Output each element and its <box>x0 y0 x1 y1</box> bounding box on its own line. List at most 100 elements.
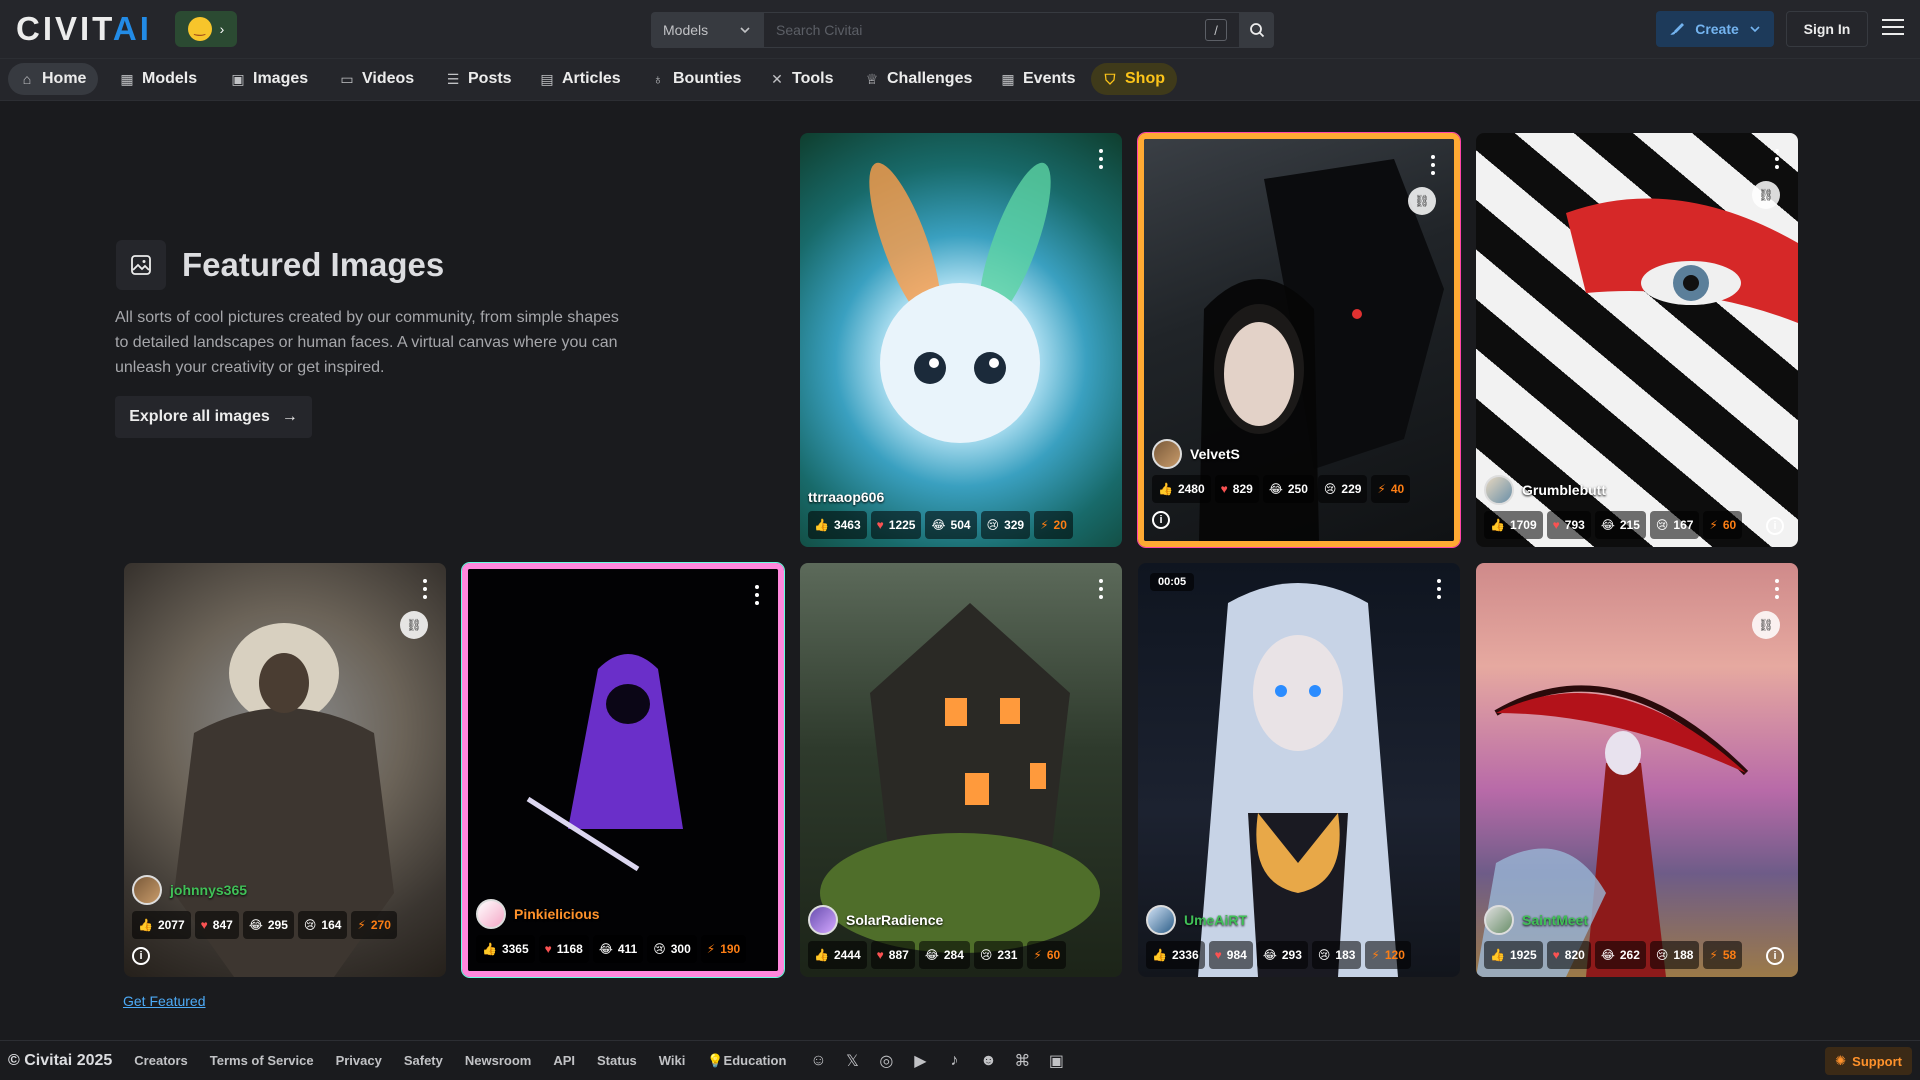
card-menu-icon[interactable] <box>1436 579 1442 603</box>
nav-articles[interactable]: ▤ Articles <box>528 63 633 95</box>
remix-icon[interactable]: ⛓ <box>400 611 428 639</box>
civitai-logo[interactable]: CIVITAI <box>16 12 152 45</box>
nav-home[interactable]: ⌂ Home <box>8 63 99 95</box>
footer-link-newsroom[interactable]: Newsroom <box>465 1053 531 1068</box>
heart-reaction[interactable]: ♥ 887 <box>870 941 915 969</box>
buzz-tip[interactable]: ⚡ 60 <box>1027 941 1067 969</box>
card-menu-icon[interactable] <box>1430 155 1436 179</box>
footer-link-safety[interactable]: Safety <box>404 1053 443 1068</box>
footer-link-terms[interactable]: Terms of Service <box>210 1053 314 1068</box>
support-button[interactable]: ✺ Support <box>1825 1047 1912 1075</box>
nav-images[interactable]: ▣ Images <box>219 63 320 95</box>
laugh-reaction[interactable]: 😂 284 <box>918 941 970 969</box>
create-button[interactable]: Create <box>1656 11 1774 47</box>
nav-challenges[interactable]: ♕ Challenges <box>853 63 984 95</box>
heart-reaction[interactable]: ♥ 1225 <box>870 511 922 539</box>
discord-icon[interactable]: ☺ <box>808 1051 828 1071</box>
buzz-tip[interactable]: ⚡ 20 <box>1034 511 1073 539</box>
search-button[interactable] <box>1240 12 1274 48</box>
like-reaction[interactable]: 👍 3463 <box>808 511 867 539</box>
heart-reaction[interactable]: ♥ 829 <box>1214 475 1259 503</box>
like-reaction[interactable]: 👍 2336 <box>1146 941 1205 969</box>
cry-reaction[interactable]: 😢 231 <box>973 941 1024 969</box>
laugh-reaction[interactable]: 😂 295 <box>242 911 294 939</box>
remix-icon[interactable]: ⛓ <box>1752 611 1780 639</box>
explore-all-images-button[interactable]: Explore all images → <box>115 396 312 438</box>
sign-in-button[interactable]: Sign In <box>1786 11 1868 47</box>
x-twitter-icon[interactable]: 𝕏 <box>842 1051 862 1071</box>
like-reaction[interactable]: 👍 2444 <box>808 941 867 969</box>
search-input[interactable]: Search Civitai / <box>763 12 1240 48</box>
like-reaction[interactable]: 👍 2480 <box>1152 475 1211 503</box>
like-reaction[interactable]: 👍 3365 <box>476 935 535 963</box>
image-card[interactable]: ⛓ johnnys365 👍 2077 ♥ 847 😂 295 😢 164 ⚡ 270 i <box>124 563 446 977</box>
nav-events[interactable]: ▦ Events <box>989 63 1087 95</box>
heart-reaction[interactable]: ♥ 793 <box>1546 511 1591 539</box>
heart-reaction[interactable]: ♥ 847 <box>194 911 239 939</box>
like-reaction[interactable]: 👍 1925 <box>1484 941 1543 969</box>
cry-reaction[interactable]: 😢 300 <box>647 935 697 963</box>
instagram-icon[interactable]: ◎ <box>876 1051 896 1071</box>
youtube-icon[interactable]: ▶ <box>910 1051 930 1071</box>
cry-reaction[interactable]: 😢 188 <box>1649 941 1700 969</box>
card-menu-icon[interactable] <box>422 579 428 603</box>
heart-reaction[interactable]: ♥ 1168 <box>538 935 589 963</box>
tiktok-icon[interactable]: ♪ <box>944 1051 964 1071</box>
buzz-tip[interactable]: ⚡ 58 <box>1703 941 1743 969</box>
laugh-reaction[interactable]: 😂 262 <box>1594 941 1646 969</box>
cry-reaction[interactable]: 😢 164 <box>297 911 348 939</box>
promo-button[interactable]: ‿ › <box>175 11 237 47</box>
github-icon[interactable]: ⌘ <box>1012 1051 1032 1071</box>
image-card[interactable]: ⛓ VelvetS 👍 2480 ♥ 829 😂 250 😢 229 ⚡ 40 i <box>1138 133 1460 547</box>
buzz-tip[interactable]: ⚡ 120 <box>1365 941 1411 969</box>
nav-tools[interactable]: ✕ Tools <box>758 63 845 95</box>
card-creator[interactable]: ttrraaop606 <box>808 489 884 505</box>
footer-link-education[interactable]: 💡Education <box>707 1053 786 1069</box>
laugh-reaction[interactable]: 😂 504 <box>925 511 977 539</box>
card-creator[interactable]: Pinkielicious <box>476 899 600 929</box>
info-icon[interactable]: i <box>1152 511 1170 529</box>
nav-models[interactable]: ▦ Models <box>108 63 209 95</box>
laugh-reaction[interactable]: 😂 411 <box>592 935 644 963</box>
get-featured-link[interactable]: Get Featured <box>123 993 206 1009</box>
cry-reaction[interactable]: 😢 229 <box>1317 475 1368 503</box>
cry-reaction[interactable]: 😢 167 <box>1649 511 1700 539</box>
card-menu-icon[interactable] <box>754 585 760 609</box>
cry-reaction[interactable]: 😢 329 <box>980 511 1031 539</box>
card-menu-icon[interactable] <box>1774 579 1780 603</box>
footer-link-wiki[interactable]: Wiki <box>659 1053 686 1068</box>
buzz-tip[interactable]: ⚡ 190 <box>700 935 747 963</box>
heart-reaction[interactable]: ♥ 984 <box>1208 941 1253 969</box>
footer-link-privacy[interactable]: Privacy <box>336 1053 382 1068</box>
info-icon[interactable]: i <box>132 947 150 965</box>
buzz-tip[interactable]: ⚡ 60 <box>1703 511 1743 539</box>
heart-reaction[interactable]: ♥ 820 <box>1546 941 1591 969</box>
card-creator[interactable]: SaintMeet <box>1484 905 1588 935</box>
card-creator[interactable]: SolarRadience <box>808 905 943 935</box>
nav-posts[interactable]: ☰ Posts <box>434 63 524 95</box>
card-creator[interactable]: Grumblebutt <box>1484 475 1606 505</box>
card-menu-icon[interactable] <box>1098 149 1104 173</box>
footer-link-creators[interactable]: Creators <box>134 1053 187 1068</box>
like-reaction[interactable]: 👍 1709 <box>1484 511 1543 539</box>
image-card[interactable]: 00:05 UmeAiRT 👍 2336 ♥ 984 😂 293 😢 183 ⚡ 120 <box>1138 563 1460 977</box>
image-card[interactable]: ttrraaop606 👍 3463 ♥ 1225 😂 504 😢 329 ⚡ 20 <box>800 133 1122 547</box>
buzz-tip[interactable]: ⚡ 40 <box>1371 475 1411 503</box>
nav-bounties[interactable]: ♁ Bounties <box>639 63 753 95</box>
card-creator[interactable]: UmeAiRT <box>1146 905 1247 935</box>
cry-reaction[interactable]: 😢 183 <box>1311 941 1362 969</box>
remix-icon[interactable]: ⛓ <box>1408 187 1436 215</box>
image-card[interactable]: Pinkielicious 👍 3365 ♥ 1168 😂 411 😢 300 ⚡ 190 <box>462 563 784 977</box>
image-card[interactable]: ⛓ SaintMeet 👍 1925 ♥ 820 😂 262 😢 188 ⚡ 58 i <box>1476 563 1798 977</box>
like-reaction[interactable]: 👍 2077 <box>132 911 191 939</box>
image-card[interactable]: SolarRadience 👍 2444 ♥ 887 😂 284 😢 231 ⚡ 60 <box>800 563 1122 977</box>
image-card[interactable]: ⛓ Grumblebutt 👍 1709 ♥ 793 😂 215 😢 167 ⚡ 60 i <box>1476 133 1798 547</box>
laugh-reaction[interactable]: 😂 293 <box>1256 941 1308 969</box>
footer-link-api[interactable]: API <box>553 1053 575 1068</box>
twitch-icon[interactable]: ▣ <box>1046 1051 1066 1071</box>
card-menu-icon[interactable] <box>1774 149 1780 173</box>
laugh-reaction[interactable]: 😂 250 <box>1262 475 1314 503</box>
card-menu-icon[interactable] <box>1098 579 1104 603</box>
remix-icon[interactable]: ⛓ <box>1752 181 1780 209</box>
footer-link-status[interactable]: Status <box>597 1053 637 1068</box>
